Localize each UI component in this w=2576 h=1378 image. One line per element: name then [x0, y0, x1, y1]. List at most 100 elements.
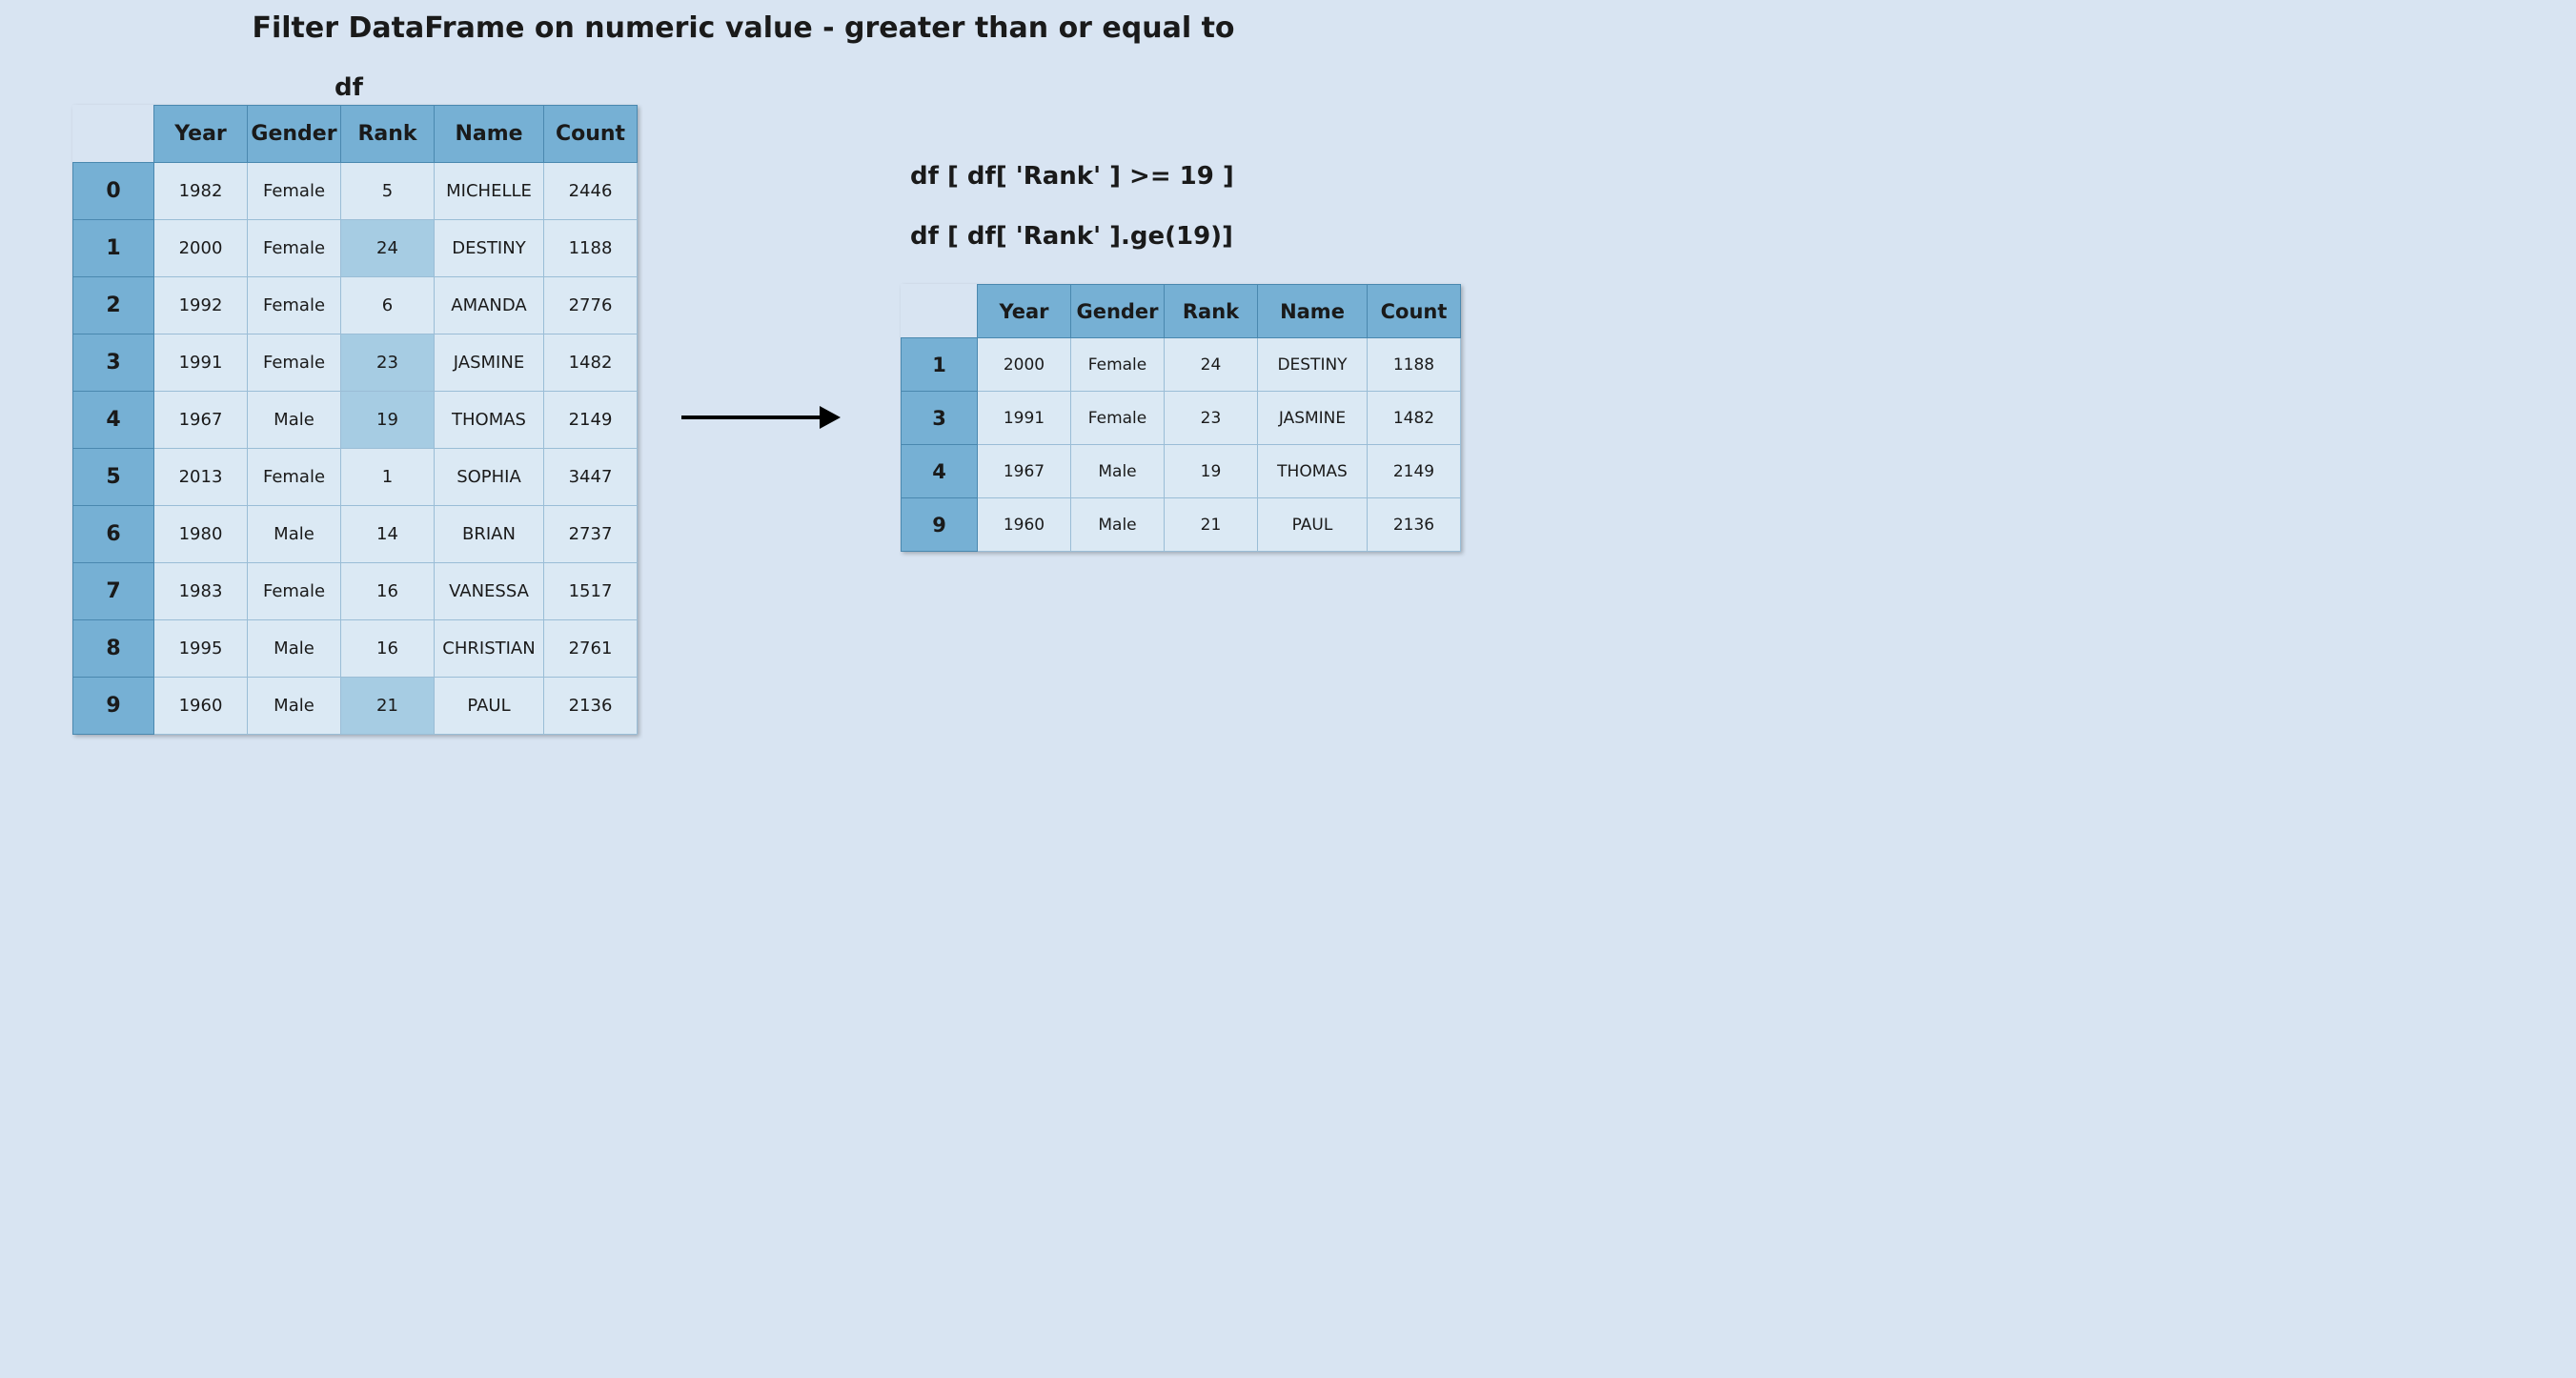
row-index: 3 [902, 392, 978, 445]
table-cell: Female [248, 220, 341, 277]
row-index: 9 [73, 678, 154, 735]
row-index: 1 [73, 220, 154, 277]
table-cell: 2776 [544, 277, 638, 334]
page-title: Filter DataFrame on numeric value - grea… [0, 11, 1487, 45]
row-index: 0 [73, 163, 154, 220]
table-cell: 2737 [544, 506, 638, 563]
source-table-wrap: YearGenderRankNameCount01982Female5MICHE… [72, 105, 638, 735]
table-cell: 1992 [154, 277, 248, 334]
table-cell: Female [248, 334, 341, 392]
column-header: Name [1258, 285, 1368, 338]
table-cell: Male [248, 678, 341, 735]
table-row: 41967Male19THOMAS2149 [902, 445, 1461, 498]
table-cell: Male [248, 506, 341, 563]
table-row: 61980Male14BRIAN2737 [73, 506, 638, 563]
table-corner [902, 285, 978, 338]
result-table: YearGenderRankNameCount12000Female24DEST… [901, 284, 1461, 552]
table-cell: 19 [341, 392, 435, 449]
table-cell: SOPHIA [435, 449, 544, 506]
table-cell: 24 [1165, 338, 1258, 392]
table-row: 52013Female1SOPHIA3447 [73, 449, 638, 506]
table-cell: 14 [341, 506, 435, 563]
table-cell: 1967 [978, 445, 1071, 498]
table-cell: 6 [341, 277, 435, 334]
column-header: Rank [1165, 285, 1258, 338]
table-cell: 1482 [544, 334, 638, 392]
source-table-caption: df [72, 73, 625, 102]
table-cell: 19 [1165, 445, 1258, 498]
table-cell: 21 [341, 678, 435, 735]
row-index: 6 [73, 506, 154, 563]
row-index: 4 [902, 445, 978, 498]
table-cell: 1960 [154, 678, 248, 735]
column-header: Name [435, 106, 544, 163]
table-cell: VANESSA [435, 563, 544, 620]
column-header: Gender [248, 106, 341, 163]
table-cell: 1995 [154, 620, 248, 678]
table-cell: 1983 [154, 563, 248, 620]
table-cell: Female [1071, 392, 1165, 445]
row-index: 9 [902, 498, 978, 552]
code-line-1: df [ df[ 'Rank' ] >= 19 ] [910, 162, 1234, 192]
table-cell: THOMAS [435, 392, 544, 449]
row-index: 8 [73, 620, 154, 678]
source-table: YearGenderRankNameCount01982Female5MICHE… [72, 105, 638, 735]
table-cell: 2013 [154, 449, 248, 506]
table-cell: 1482 [1368, 392, 1461, 445]
column-header: Year [154, 106, 248, 163]
column-header: Rank [341, 106, 435, 163]
arrow-head-icon [820, 406, 841, 429]
table-cell: MICHELLE [435, 163, 544, 220]
table-cell: PAUL [1258, 498, 1368, 552]
table-cell: 2000 [154, 220, 248, 277]
column-header: Count [1368, 285, 1461, 338]
table-cell: Female [248, 563, 341, 620]
table-cell: 1960 [978, 498, 1071, 552]
table-cell: 2149 [1368, 445, 1461, 498]
table-cell: 1188 [1368, 338, 1461, 392]
table-cell: 2136 [544, 678, 638, 735]
table-cell: 2761 [544, 620, 638, 678]
table-row: 91960Male21PAUL2136 [902, 498, 1461, 552]
row-index: 3 [73, 334, 154, 392]
table-cell: 5 [341, 163, 435, 220]
row-index: 4 [73, 392, 154, 449]
table-cell: Female [248, 277, 341, 334]
table-cell: 1188 [544, 220, 638, 277]
result-table-wrap: YearGenderRankNameCount12000Female24DEST… [901, 284, 1461, 552]
table-cell: DESTINY [435, 220, 544, 277]
table-row: 21992Female6AMANDA2776 [73, 277, 638, 334]
table-cell: 1980 [154, 506, 248, 563]
table-cell: Male [1071, 445, 1165, 498]
table-cell: AMANDA [435, 277, 544, 334]
table-cell: JASMINE [1258, 392, 1368, 445]
table-cell: 23 [1165, 392, 1258, 445]
table-row: 41967Male19THOMAS2149 [73, 392, 638, 449]
table-cell: 3447 [544, 449, 638, 506]
page: Filter DataFrame on numeric value - grea… [0, 0, 1487, 796]
row-index: 1 [902, 338, 978, 392]
table-row: 71983Female16VANESSA1517 [73, 563, 638, 620]
code-snippet: df [ df[ 'Rank' ] >= 19 ] df [ df[ 'Rank… [910, 162, 1234, 252]
table-cell: Female [1071, 338, 1165, 392]
table-cell: 1991 [978, 392, 1071, 445]
table-cell: Female [248, 163, 341, 220]
table-cell: CHRISTIAN [435, 620, 544, 678]
table-cell: 1982 [154, 163, 248, 220]
table-row: 12000Female24DESTINY1188 [73, 220, 638, 277]
table-cell: 24 [341, 220, 435, 277]
column-header: Count [544, 106, 638, 163]
table-cell: THOMAS [1258, 445, 1368, 498]
table-row: 31991Female23JASMINE1482 [73, 334, 638, 392]
code-line-2: df [ df[ 'Rank' ].ge(19)] [910, 222, 1234, 252]
table-corner [73, 106, 154, 163]
column-header: Year [978, 285, 1071, 338]
table-cell: 21 [1165, 498, 1258, 552]
row-index: 2 [73, 277, 154, 334]
table-cell: 2000 [978, 338, 1071, 392]
table-cell: 1991 [154, 334, 248, 392]
column-header: Gender [1071, 285, 1165, 338]
table-cell: 16 [341, 620, 435, 678]
table-cell: JASMINE [435, 334, 544, 392]
row-index: 7 [73, 563, 154, 620]
